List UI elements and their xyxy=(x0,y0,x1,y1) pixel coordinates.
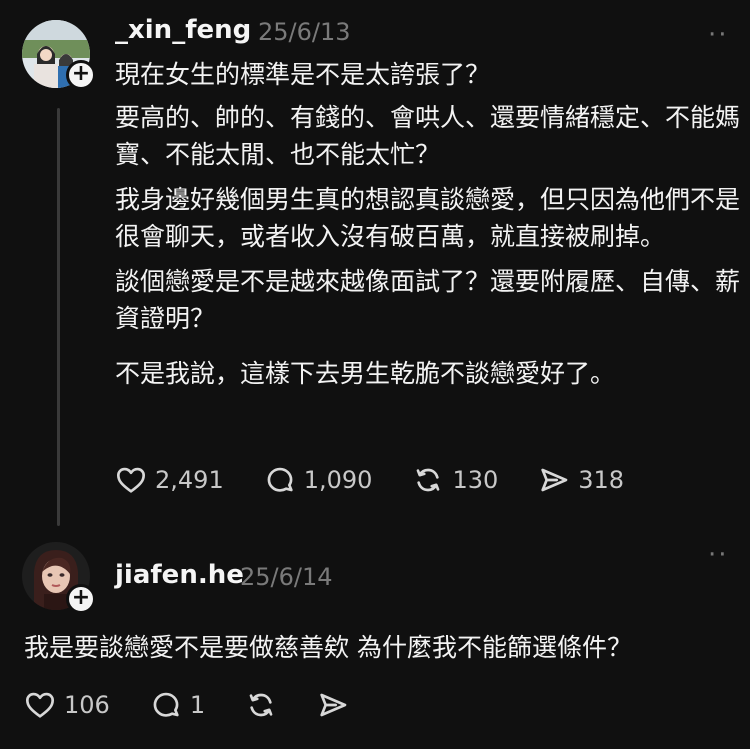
action-bar: 2,491 1,090 130 318 xyxy=(115,464,664,496)
thread-post: + _xin_feng 25/6/13 ·· 現在女生的標準是不是太誇張了？ 要… xyxy=(0,0,750,530)
post-paragraph: 現在女生的標準是不是太誇張了？ xyxy=(115,60,491,89)
thread-line xyxy=(57,108,60,526)
comment-count: 1,090 xyxy=(303,466,373,494)
post-paragraph: 不是我說，這樣下去男生乾脆不談戀愛好了。 xyxy=(115,359,616,388)
post-paragraph: 要高的、帥的、有錢的、會哄人、還要情緒穩定、不能媽寶、不能太閒、也不能太忙？ xyxy=(115,103,741,169)
post-body: 現在女生的標準是不是太誇張了？ 要高的、帥的、有錢的、會哄人、還要情緒穩定、不能… xyxy=(115,56,745,392)
more-dots-icon[interactable]: ·· xyxy=(708,542,729,568)
repost-icon xyxy=(417,468,440,492)
share-button[interactable]: 318 xyxy=(538,464,624,496)
like-button[interactable]: 106 xyxy=(24,689,110,721)
repost-count: 130 xyxy=(452,466,499,494)
reply-text: 我是要談戀愛不是要做慈善欸 為什麼我不能篩選條件？ xyxy=(24,633,632,662)
more-dots-icon[interactable]: ·· xyxy=(708,22,729,48)
repost-button[interactable] xyxy=(245,689,277,721)
like-count: 2,491 xyxy=(155,466,224,494)
post-paragraph: 談個戀愛是不是越來越像面試了？還要附履歷、自傳、薪資證明？ xyxy=(115,267,741,333)
share-button[interactable] xyxy=(317,689,349,721)
reply-post: + jiafen.he 25/6/14 ·· 我是要談戀愛不是要做慈善欸 為什麼… xyxy=(0,530,750,749)
username[interactable]: jiafen.he xyxy=(115,560,244,590)
send-icon xyxy=(541,468,568,492)
share-count: 318 xyxy=(578,466,625,494)
heart-icon xyxy=(26,692,54,718)
follow-plus-icon[interactable]: + xyxy=(66,60,96,90)
post-paragraph: 我身邊好幾個男生真的想認真談戀愛，但只因為他們不是很會聊天，或者收入沒有破百萬，… xyxy=(115,185,741,251)
comment-bubble-icon xyxy=(153,692,179,717)
repost-button[interactable]: 130 xyxy=(412,464,498,496)
send-icon xyxy=(320,693,347,717)
comment-bubble-icon xyxy=(267,467,293,492)
timestamp: 25/6/13 xyxy=(258,18,351,46)
follow-plus-icon[interactable]: + xyxy=(66,584,96,614)
timestamp: 25/6/14 xyxy=(240,563,333,591)
comment-button[interactable]: 1,090 xyxy=(264,464,373,496)
username[interactable]: _xin_feng xyxy=(115,15,251,45)
repost-icon xyxy=(249,693,273,717)
comment-button[interactable]: 1 xyxy=(150,689,205,721)
comment-count: 1 xyxy=(189,691,206,719)
heart-icon xyxy=(117,467,145,493)
action-bar: 106 1 xyxy=(24,689,389,721)
like-count: 106 xyxy=(64,691,110,719)
like-button[interactable]: 2,491 xyxy=(115,464,224,496)
